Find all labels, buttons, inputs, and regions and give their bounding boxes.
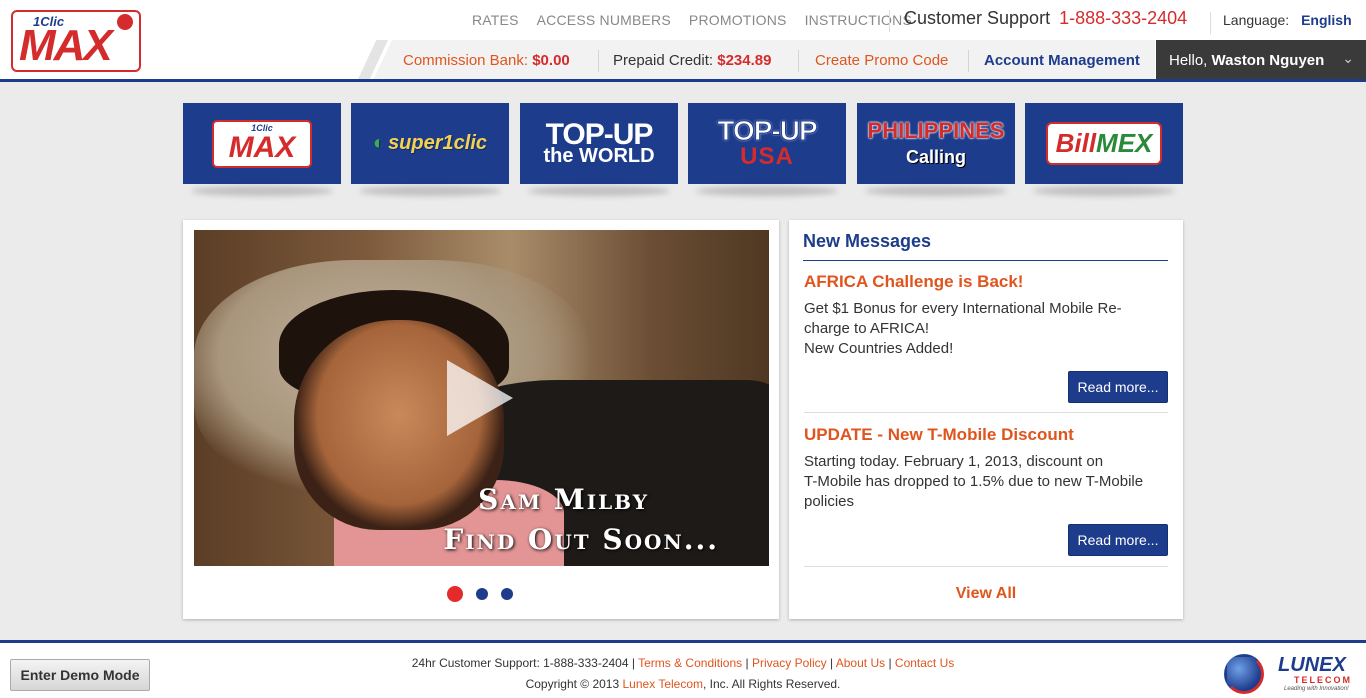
brand-main-text: TOP-UP — [545, 117, 654, 151]
caption-line-1: Sam Milby — [478, 483, 649, 516]
message-divider — [804, 412, 1168, 413]
nav-instructions[interactable]: INSTRUCTIONS — [805, 12, 912, 28]
message-line: Starting today. February 1, 2013, discou… — [804, 453, 1104, 470]
slider-dot-1[interactable] — [447, 586, 463, 602]
message-body: Starting today. February 1, 2013, discou… — [804, 452, 1168, 512]
support-phone: 1-888-333-2404 — [1059, 8, 1188, 28]
account-bar-divider — [598, 50, 599, 72]
brand-main-text: Bill — [1055, 128, 1097, 158]
brand-main-text: PHILIPPINES — [867, 117, 1005, 143]
nav-divider — [889, 10, 890, 32]
lunex-logo-name: LUNEX — [1278, 654, 1346, 676]
support-label: Customer Support — [904, 8, 1051, 28]
language-value[interactable]: English — [1301, 12, 1352, 28]
contact-link[interactable]: Contact Us — [895, 656, 954, 670]
message-headline[interactable]: UPDATE - New T-Mobile Discount — [804, 425, 1168, 445]
read-more-button[interactable]: Read more... — [1068, 371, 1168, 403]
footer-line-1: 24hr Customer Support: 1-888-333-2404 | … — [411, 656, 955, 670]
site-header: 1Clic MAX RATES ACCESS NUMBERS PROMOTION… — [0, 0, 1366, 82]
language-label: Language: — [1223, 12, 1290, 28]
devil-mascot-icon — [117, 14, 133, 30]
billmex-logo: BillMEX — [1045, 122, 1163, 165]
brand-tile-topup-usa[interactable]: TOP-UP USA — [688, 103, 846, 184]
messages-panel: New Messages AFRICA Challenge is Back! G… — [789, 220, 1183, 619]
1clic-max-logo: 1Clic MAX — [212, 119, 312, 168]
language-selector: Language: English — [1210, 12, 1352, 34]
super1clic-logo: super1clic — [373, 132, 487, 155]
brand-tile-1clic-max[interactable]: 1Clic MAX — [183, 103, 341, 184]
copyright-prefix: Copyright © 2013 — [525, 677, 620, 691]
message-line: policies — [804, 493, 855, 510]
chevron-down-icon: ⌄ — [1342, 50, 1354, 66]
commission-label: Commission Bank: — [403, 52, 529, 69]
message-headline[interactable]: AFRICA Challenge is Back! — [804, 272, 1168, 292]
lunex-logo-sub: TELECOM — [1294, 675, 1352, 685]
brand-main-text: TOP-UP — [717, 114, 818, 146]
brand-tile-super1clic[interactable]: super1clic — [351, 103, 509, 184]
top-navigation: RATES ACCESS NUMBERS PROMOTIONS INSTRUCT… — [472, 12, 930, 28]
video-caption: Sam Milby Find Out Soon... — [443, 480, 719, 560]
privacy-link[interactable]: Privacy Policy — [752, 656, 827, 670]
message-body: Get $1 Bonus for every International Mob… — [804, 299, 1168, 359]
nav-access-numbers[interactable]: ACCESS NUMBERS — [537, 12, 671, 28]
brand-sub-text: USA — [740, 142, 794, 170]
terms-link[interactable]: Terms & Conditions — [638, 656, 742, 670]
copyright-suffix: , Inc. All Rights Reserved. — [703, 677, 841, 691]
lunex-telecom-logo[interactable]: LUNEX TELECOM Leading with Innovation! — [1218, 652, 1358, 696]
brand-tile-topup-world[interactable]: TOP-UP the WORLD — [520, 103, 678, 184]
account-bar-divider — [798, 50, 799, 72]
footer-support: 24hr Customer Support: 1-888-333-2404 — [411, 656, 629, 670]
brand-sub-text: the WORLD — [543, 144, 655, 167]
credit-label: Prepaid Credit: — [613, 52, 714, 69]
messages-title: New Messages — [803, 231, 1168, 261]
user-name: Waston Nguyen — [1211, 52, 1325, 69]
account-management-link[interactable]: Account Management — [984, 52, 1140, 69]
message-divider — [804, 566, 1168, 567]
create-promo-code-link[interactable]: Create Promo Code — [815, 52, 948, 69]
video-panel: Sam Milby Find Out Soon... — [183, 220, 779, 619]
brand-sub-text: Calling — [905, 146, 966, 167]
view-all-link[interactable]: View All — [789, 585, 1183, 603]
slider-dot-3[interactable] — [501, 588, 513, 600]
footer-text: 24hr Customer Support: 1-888-333-2404 | … — [0, 653, 1366, 695]
message-item: UPDATE - New T-Mobile Discount Starting … — [804, 425, 1168, 557]
1clic-max-logo[interactable]: 1Clic MAX — [11, 10, 141, 72]
about-link[interactable]: About Us — [836, 656, 885, 670]
topup-world-logo: TOP-UP the WORLD — [543, 117, 655, 167]
caption-line-2: Find Out Soon... — [443, 523, 719, 556]
customer-support: Customer Support 1-888-333-2404 — [904, 8, 1187, 29]
globe-icon — [1224, 654, 1264, 694]
commission-bank: Commission Bank: $0.00 — [403, 52, 570, 69]
read-more-button[interactable]: Read more... — [1068, 524, 1168, 556]
promo-video[interactable]: Sam Milby Find Out Soon... — [194, 230, 769, 566]
nav-promotions[interactable]: PROMOTIONS — [689, 12, 787, 28]
credit-value: $234.89 — [717, 52, 772, 69]
brand-tile-philippines-calling[interactable]: PHILIPPINES Calling — [857, 103, 1015, 184]
message-line: New Countries Added! — [804, 340, 954, 357]
message-line: charge to AFRICA! — [804, 320, 930, 337]
account-bar-divider — [968, 50, 969, 72]
brand-sub-text: MEX — [1096, 128, 1153, 158]
lunex-telecom-link[interactable]: Lunex Telecom — [623, 677, 704, 691]
site-footer: 24hr Customer Support: 1-888-333-2404 | … — [0, 640, 1366, 698]
logo-main-text: MAX — [19, 21, 113, 70]
topup-usa-logo: TOP-UP USA — [717, 114, 818, 170]
lunex-logo-tagline: Leading with Innovation! — [1284, 686, 1349, 692]
message-line: T-Mobile has dropped to 1.5% due to new … — [804, 473, 1144, 490]
footer-line-2: Copyright © 2013 Lunex Telecom, Inc. All… — [0, 674, 1366, 695]
play-icon[interactable] — [447, 360, 513, 436]
slider-dots — [447, 586, 526, 602]
hello-prefix: Hello, — [1169, 52, 1208, 69]
prepaid-credit: Prepaid Credit: $234.89 — [613, 52, 771, 69]
message-line: Get $1 Bonus for every International Mob… — [804, 300, 1122, 317]
commission-value: $0.00 — [532, 52, 570, 69]
user-menu[interactable]: Hello, Waston Nguyen ⌄ — [1156, 40, 1366, 79]
slider-dot-2[interactable] — [476, 588, 488, 600]
brand-tile-billmex[interactable]: BillMEX — [1025, 103, 1183, 184]
nav-rates[interactable]: RATES — [472, 12, 519, 28]
brand-main-text: MAX — [228, 131, 296, 164]
message-item: AFRICA Challenge is Back! Get $1 Bonus f… — [804, 272, 1168, 404]
philippines-calling-logo: PHILIPPINES Calling — [868, 118, 1005, 170]
enter-demo-mode-button[interactable]: Enter Demo Mode — [10, 659, 150, 691]
